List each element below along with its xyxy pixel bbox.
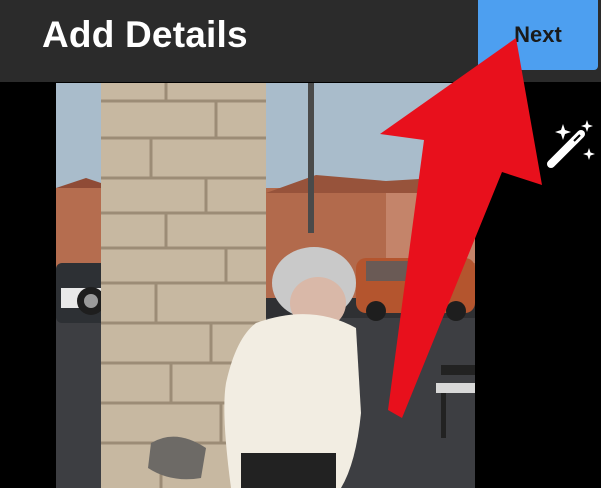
magic-wand-button[interactable] bbox=[545, 118, 599, 170]
video-preview[interactable] bbox=[56, 83, 475, 488]
page-title: Add Details bbox=[42, 14, 248, 55]
video-frame bbox=[56, 83, 475, 488]
next-button[interactable]: Next bbox=[478, 0, 598, 70]
top-bar: Add Details Next bbox=[0, 0, 601, 82]
magic-wand-icon bbox=[547, 120, 595, 168]
